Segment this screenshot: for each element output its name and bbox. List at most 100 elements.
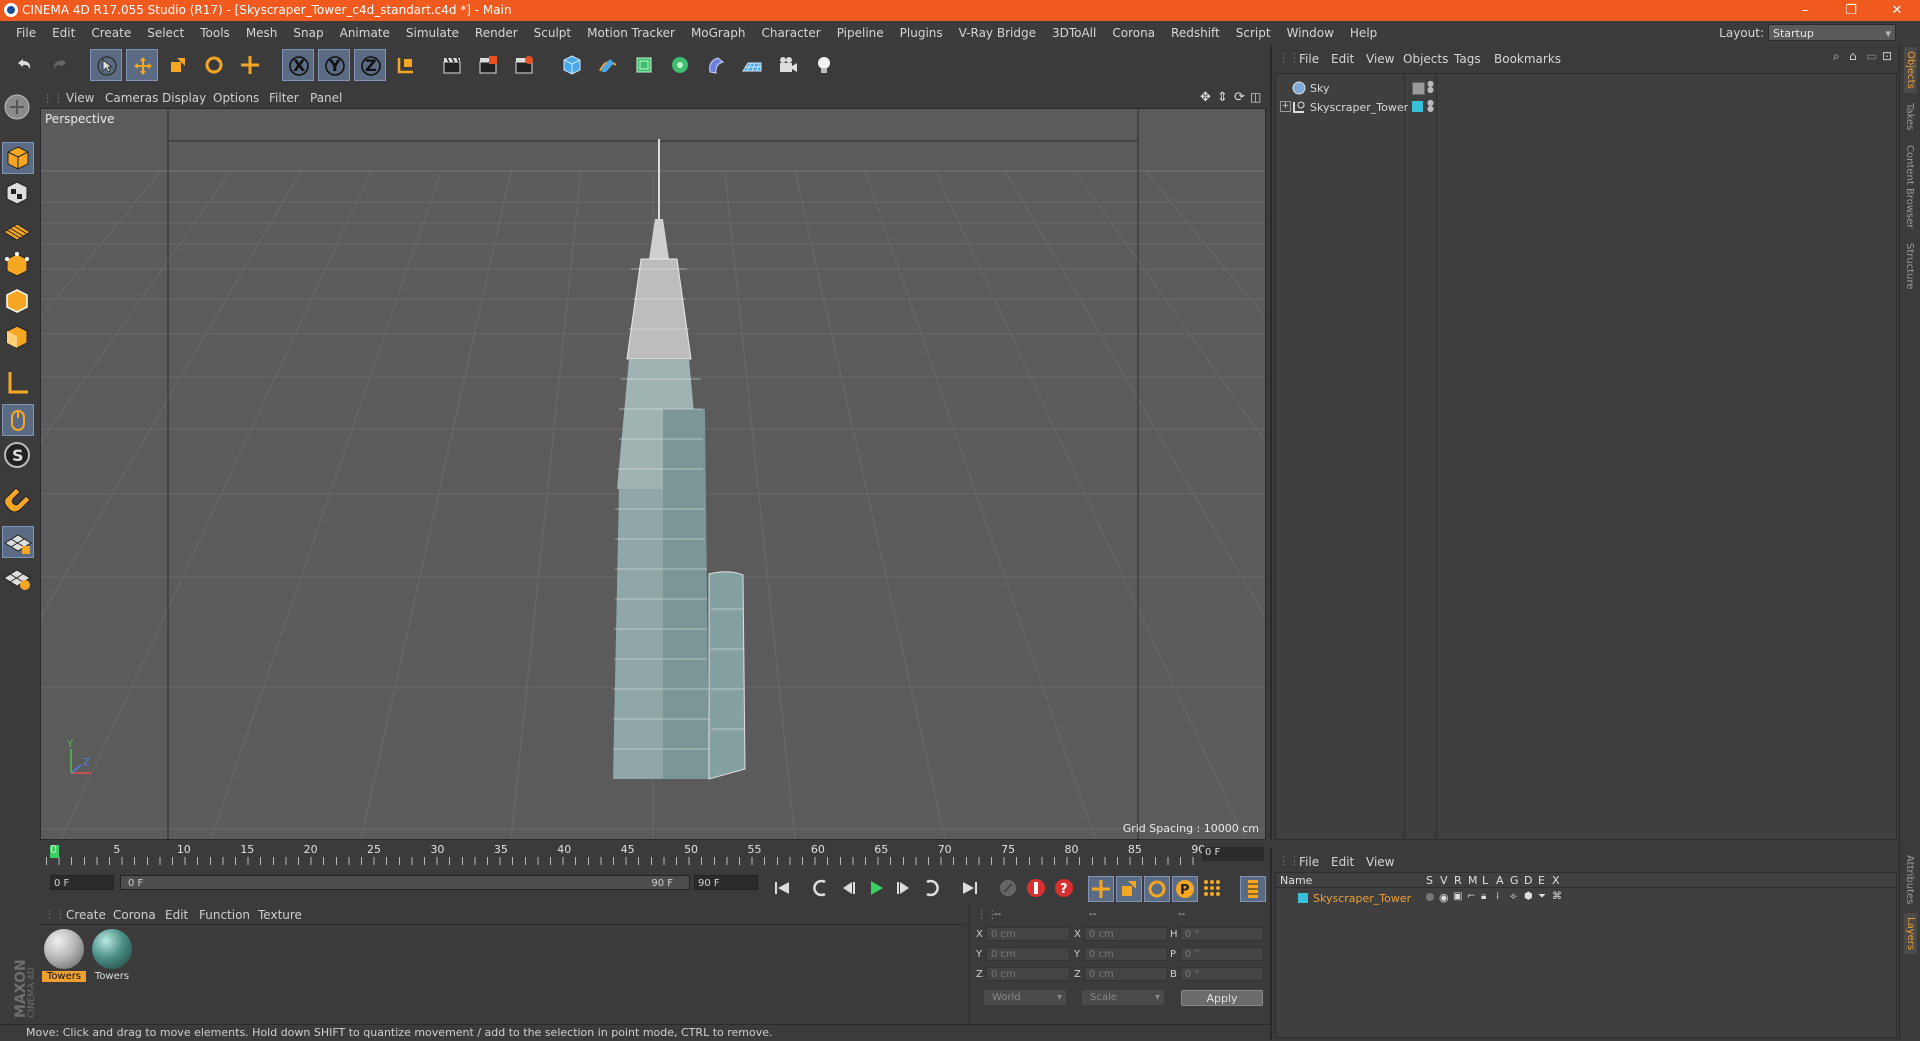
layer-column-r[interactable]: R [1454,874,1462,887]
layer-column-e[interactable]: E [1538,874,1545,887]
keyframe-selection-button[interactable]: ? [1052,876,1078,902]
preview-end-field[interactable]: 90 F [694,875,758,890]
add-cube-button[interactable] [556,49,588,81]
size-z-field[interactable]: 0 cm [1084,967,1168,981]
material-swatch[interactable]: Towers [42,929,86,982]
xref-toggle-icon[interactable]: ⌘ [1552,891,1562,902]
tab-content-browser[interactable]: Content Browser [1904,145,1915,228]
layers-menu-view[interactable]: View [1366,855,1394,869]
timeline-ruler[interactable]: 0 5 10 15 20 25 30 35 40 45 50 55 60 65 70 75 80 85 90 [46,843,1205,865]
scale-tool[interactable] [162,49,194,81]
close-button[interactable]: ✕ [1874,0,1920,21]
viewport-menu-cameras[interactable]: Cameras [105,91,158,105]
render-toggle-icon[interactable]: ▣ [1453,891,1462,902]
next-frame-button[interactable] [892,876,918,902]
lock-icon[interactable]: 🔒︎ [1481,891,1486,902]
perspective-viewport[interactable]: Y Z Perspective Grid Spacing : 10000 cm [40,108,1266,840]
menu-render[interactable]: Render [467,26,526,40]
layer-column-v[interactable]: V [1440,874,1448,887]
move-tool[interactable] [126,49,158,81]
material-swatch[interactable]: Towers [90,929,134,982]
current-frame-field[interactable]: 0 F [1202,847,1264,861]
record-keys-button[interactable] [996,876,1022,902]
visibility-dots-icon[interactable]: ● ● [1427,99,1434,113]
snapping-button[interactable] [2,486,34,518]
expressions-toggle-icon[interactable]: ⏷ [1538,891,1546,902]
layers-menu-file[interactable]: File [1299,855,1319,869]
autokeying-button[interactable] [1024,876,1050,902]
coordinate-mode-dropdown[interactable]: World ▾ [984,990,1066,1005]
position-key-button[interactable] [1088,876,1114,902]
solo-mode-button[interactable]: S [2,440,34,472]
objects-menu-edit[interactable]: Edit [1331,52,1354,66]
point-level-key-button[interactable] [1200,876,1226,902]
add-camera-button[interactable] [772,49,804,81]
menu-motion-tracker[interactable]: Motion Tracker [579,26,683,40]
menu-3dtoall[interactable]: 3DToAll [1044,26,1104,40]
tweak-mode-button[interactable] [2,404,34,436]
add-subdivision-surface-button[interactable] [628,49,660,81]
menu-create[interactable]: Create [83,26,139,40]
layer-column-m[interactable]: M [1468,874,1478,887]
render-to-picture-viewer-button[interactable] [472,49,504,81]
layers-menu-edit[interactable]: Edit [1331,855,1354,869]
menu-snap[interactable]: Snap [285,26,331,40]
visible-eye-icon[interactable]: ◉ [1439,891,1449,904]
menu-tools[interactable]: Tools [192,26,238,40]
texture-mode-button[interactable] [2,178,34,210]
viewport-menu-view[interactable]: View [66,91,94,105]
visibility-dots-icon[interactable]: ● ● [1427,80,1434,94]
maximize-panel-icon[interactable]: ⊡ [1882,49,1892,63]
layout-dropdown[interactable]: Startup ▾ [1768,24,1896,41]
menu-script[interactable]: Script [1228,26,1279,40]
menu-mesh[interactable]: Mesh [238,26,286,40]
material-menu-create[interactable]: Create [66,908,106,922]
enable-workplane-lock-button[interactable] [2,526,34,558]
menu-select[interactable]: Select [139,26,192,40]
preview-range-slider[interactable]: 0 F 90 F [120,875,690,890]
points-mode-button[interactable] [2,250,34,282]
restore-button[interactable]: ❐ [1828,0,1874,21]
recent-tools-button[interactable] [234,49,266,81]
layer-column-g[interactable]: G [1510,874,1519,887]
rot-p-field[interactable]: 0 ° [1180,947,1264,961]
material-menu-corona[interactable]: Corona [113,908,156,922]
layer-color-swatch[interactable] [1298,893,1308,903]
edit-render-settings-button[interactable] [508,49,540,81]
preview-start-field[interactable]: 0 F [50,875,114,890]
home-icon[interactable]: ⌂ [1849,49,1857,63]
menu-plugins[interactable]: Plugins [892,26,951,40]
parameter-key-button[interactable]: P [1172,876,1198,902]
render-view-button[interactable] [436,49,468,81]
menu-pipeline[interactable]: Pipeline [829,26,892,40]
tab-takes[interactable]: Takes [1904,103,1915,130]
menu-sculpt[interactable]: Sculpt [526,26,579,40]
live-selection-tool[interactable] [90,49,122,81]
layer-color-tag[interactable] [1412,101,1423,112]
rot-h-field[interactable]: 0 ° [1180,927,1264,941]
add-cloner-button[interactable] [664,49,696,81]
layer-column-s[interactable]: S [1426,874,1433,887]
timeline-window-button[interactable] [1240,876,1266,902]
previous-key-button[interactable] [808,876,834,902]
play-forward-button[interactable] [864,876,890,902]
skyscraper-tower-model[interactable] [613,139,746,780]
menu-redshift[interactable]: Redshift [1163,26,1228,40]
viewport-menu-filter[interactable]: Filter [269,91,299,105]
go-to-start-button[interactable] [770,876,796,902]
menu-file[interactable]: File [8,26,44,40]
add-light-button[interactable] [808,49,840,81]
size-mode-dropdown[interactable]: Scale ▾ [1082,990,1164,1005]
pos-x-field[interactable]: 0 cm [986,927,1070,941]
expand-icon[interactable]: + [1280,101,1291,112]
new-window-icon[interactable]: ▭ [1866,49,1877,63]
add-floor-button[interactable] [736,49,768,81]
menu-simulate[interactable]: Simulate [398,26,467,40]
tab-layers[interactable]: Layers [1904,913,1917,955]
menu-window[interactable]: Window [1279,26,1342,40]
layer-tag-icon[interactable] [1412,82,1425,95]
add-spline-pen-button[interactable] [592,49,624,81]
coordinate-system-button[interactable] [390,49,422,81]
animation-toggle-icon[interactable]: ⁞ [1496,891,1499,902]
object-row-sky[interactable]: Sky ● ● [1276,79,1893,97]
